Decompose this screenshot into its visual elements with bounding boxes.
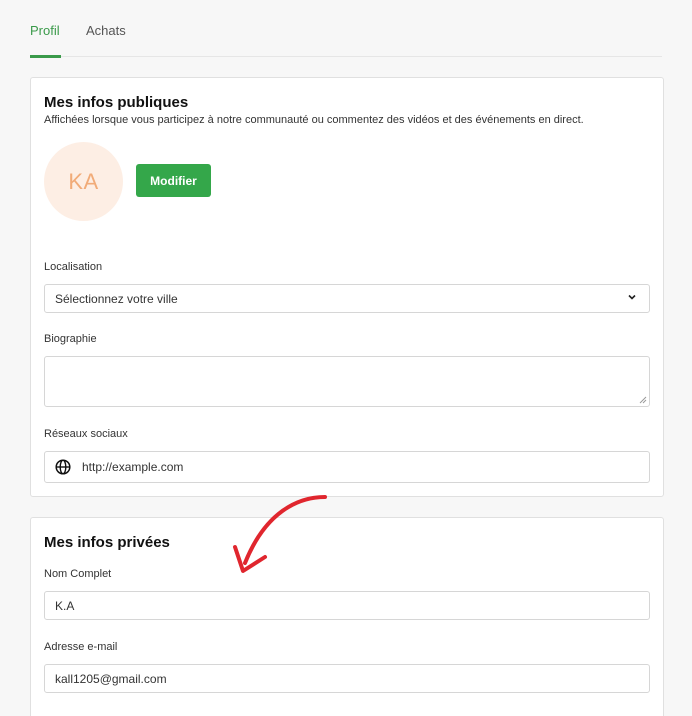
tab-profil[interactable]: Profil [30, 23, 60, 38]
social-input-value: http://example.com [82, 460, 184, 474]
resize-grip-icon[interactable] [639, 396, 647, 404]
email-value: kall1205@gmail.com [55, 671, 167, 686]
location-select[interactable]: Sélectionnez votre ville [44, 284, 650, 313]
location-select-value: Sélectionnez votre ville [55, 291, 178, 306]
social-input[interactable]: http://example.com [44, 451, 650, 483]
email-label: Adresse e-mail [44, 641, 118, 653]
tab-achats[interactable]: Achats [86, 23, 126, 38]
private-info-card: Mes infos privées Nom Complet K.A Adress… [30, 517, 664, 716]
biography-label: Biographie [44, 333, 97, 345]
public-info-card: Mes infos publiques Affichées lorsque vo… [30, 77, 664, 497]
full-name-input[interactable]: K.A [44, 591, 650, 620]
private-info-title: Mes infos privées [44, 534, 170, 551]
active-tab-indicator [30, 55, 61, 58]
modifier-button[interactable]: Modifier [136, 164, 211, 197]
globe-icon [55, 459, 71, 475]
public-info-title: Mes infos publiques [44, 94, 189, 111]
location-label: Localisation [44, 261, 103, 273]
full-name-value: K.A [55, 598, 75, 613]
biography-textarea[interactable] [44, 356, 650, 407]
email-input[interactable]: kall1205@gmail.com [44, 664, 650, 693]
avatar-initials: KA [68, 168, 99, 194]
avatar: KA [44, 142, 123, 221]
social-label: Réseaux sociaux [44, 428, 128, 440]
tab-bar: Profil Achats [30, 0, 662, 57]
chevron-down-icon [628, 294, 636, 300]
public-info-subtitle: Affichées lorsque vous participez à notr… [44, 114, 584, 126]
full-name-label: Nom Complet [44, 568, 112, 580]
